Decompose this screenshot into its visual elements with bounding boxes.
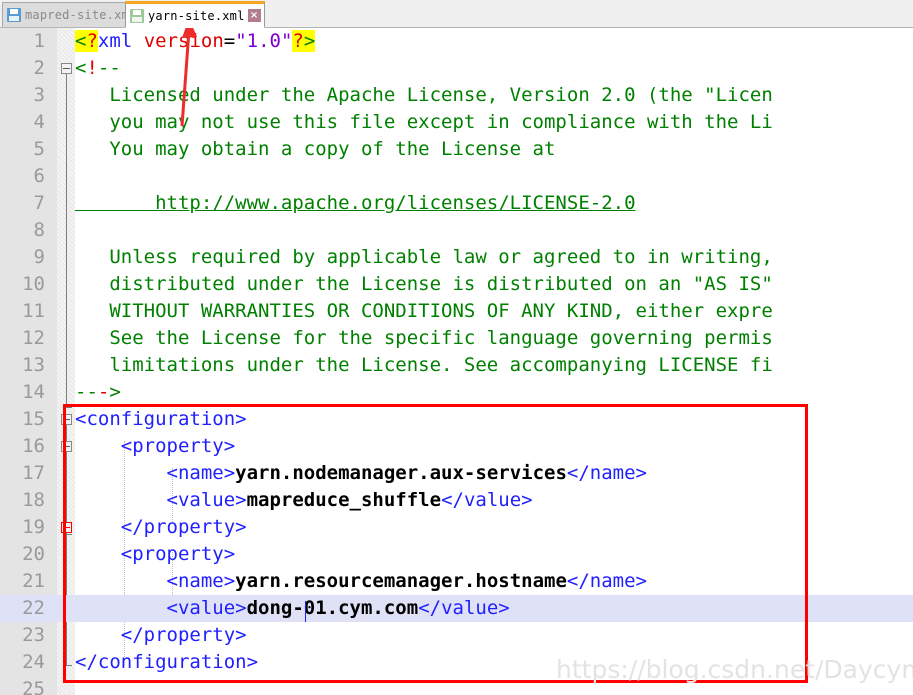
- line-number: 21: [22, 570, 45, 592]
- line-content: <value>dong-01.cym.com</value>: [166, 597, 510, 619]
- line-number: 14: [22, 381, 45, 403]
- code-line-row[interactable]: 15 <configuration>: [0, 406, 913, 433]
- line-number: 7: [33, 192, 45, 214]
- code-line-row[interactable]: 14 --->: [0, 379, 913, 406]
- line-number: 17: [22, 462, 45, 484]
- close-icon[interactable]: ×: [247, 9, 261, 22]
- code-line-row[interactable]: 18 <value>mapreduce_shuffle</value>: [0, 487, 913, 514]
- line-number: 1: [33, 30, 45, 52]
- code-line-row[interactable]: 16 <property>: [0, 433, 913, 460]
- code-line-row[interactable]: 24 </configuration>: [0, 649, 913, 676]
- line-content: </property>: [75, 624, 247, 646]
- line-number: 18: [22, 489, 45, 511]
- property-name-value: yarn.nodemanager.aux-services: [235, 462, 567, 484]
- code-line-row[interactable]: 6: [0, 163, 913, 190]
- line-content: </property>: [75, 516, 247, 538]
- line-number: 15: [22, 408, 45, 430]
- tab-yarn-site-xml[interactable]: yarn-site.xml ×: [125, 1, 265, 28]
- line-number: 9: [33, 246, 45, 268]
- line-content: </configuration>: [75, 651, 259, 673]
- line-number: 20: [22, 543, 45, 565]
- property-name-value: yarn.resourcemanager.hostname: [235, 570, 567, 592]
- property-value-value: dong-01.cym.com: [246, 597, 419, 619]
- line-number: 11: [22, 300, 45, 322]
- code-line-row[interactable]: 8: [0, 217, 913, 244]
- line-content: <configuration>: [75, 408, 247, 430]
- line-content: --->: [75, 381, 121, 403]
- line-number: 6: [33, 165, 45, 187]
- code-line-row[interactable]: 25: [0, 676, 913, 695]
- line-content: limitations under the License. See accom…: [75, 354, 773, 376]
- line-number: 16: [22, 435, 45, 457]
- code-lines: 1 <?xml version="1.0"?> 2 <!-- 3 License…: [0, 28, 913, 695]
- line-number: 10: [22, 273, 45, 295]
- tab-label: mapred-site.xml: [25, 8, 137, 22]
- code-line-row[interactable]: 21 <name>yarn.resourcemanager.hostname</…: [0, 568, 913, 595]
- line-content: <!--: [75, 57, 121, 79]
- code-line-row[interactable]: 17 <name>yarn.nodemanager.aux-services</…: [0, 460, 913, 487]
- line-number: 12: [22, 327, 45, 349]
- tab-label: yarn-site.xml: [148, 8, 245, 23]
- code-line-row[interactable]: 4 you may not use this file except in co…: [0, 109, 913, 136]
- line-content: You may obtain a copy of the License at: [75, 138, 556, 160]
- floppy-disk-icon: [7, 8, 21, 22]
- code-line-row[interactable]: 3 Licensed under the Apache License, Ver…: [0, 82, 913, 109]
- code-line-row-current[interactable]: 22 <value>dong-01.cym.com</value>: [0, 595, 913, 622]
- floppy-disk-icon: [130, 8, 144, 23]
- line-content: distributed under the License is distrib…: [75, 273, 773, 295]
- line-number: 25: [22, 678, 45, 695]
- code-line-row[interactable]: 9 Unless required by applicable law or a…: [0, 244, 913, 271]
- line-number: 8: [33, 219, 45, 241]
- line-number: 2: [33, 57, 45, 79]
- code-editor[interactable]: 1 <?xml version="1.0"?> 2 <!-- 3 License…: [0, 28, 913, 695]
- line-content: <value>mapreduce_shuffle</value>: [166, 489, 533, 511]
- code-line-row[interactable]: 5 You may obtain a copy of the License a…: [0, 136, 913, 163]
- code-line-row[interactable]: 20 <property>: [0, 541, 913, 568]
- line-content: WITHOUT WARRANTIES OR CONDITIONS OF ANY …: [75, 300, 773, 322]
- code-line-row[interactable]: 23 </property>: [0, 622, 913, 649]
- license-url-link[interactable]: http://www.apache.org/licenses/LICENSE-2…: [75, 190, 635, 217]
- line-number: 19: [22, 516, 45, 538]
- line-content: <property>: [75, 543, 236, 565]
- code-line-row[interactable]: 7 http://www.apache.org/licenses/LICENSE…: [0, 190, 913, 217]
- code-line-row[interactable]: 13 limitations under the License. See ac…: [0, 352, 913, 379]
- line-number: 4: [33, 111, 45, 133]
- code-line-row[interactable]: 11 WITHOUT WARRANTIES OR CONDITIONS OF A…: [0, 298, 913, 325]
- line-number: 23: [22, 624, 45, 646]
- code-line-row[interactable]: 19 </property>: [0, 514, 913, 541]
- code-line-row[interactable]: 2 <!--: [0, 55, 913, 82]
- line-number: 24: [22, 651, 45, 673]
- code-line-row[interactable]: 10 distributed under the License is dist…: [0, 271, 913, 298]
- code-line-row[interactable]: 12 See the License for the specific lang…: [0, 325, 913, 352]
- line-number: 22: [22, 597, 45, 619]
- property-value-value: mapreduce_shuffle: [246, 489, 442, 511]
- line-content: <name>yarn.nodemanager.aux-services</nam…: [166, 462, 647, 484]
- line-content: Unless required by applicable law or agr…: [75, 246, 773, 268]
- line-content: you may not use this file except in comp…: [75, 111, 773, 133]
- line-number: 5: [33, 138, 45, 160]
- text-caret: [305, 601, 306, 622]
- line-number: 13: [22, 354, 45, 376]
- line-content: <?xml version="1.0"?>: [75, 30, 316, 52]
- line-number: 3: [33, 84, 45, 106]
- editor-tab-bar: mapred-site.xml × yarn-site.xml ×: [0, 0, 913, 28]
- line-content: See the License for the specific languag…: [75, 327, 773, 349]
- line-content: <name>yarn.resourcemanager.hostname</nam…: [166, 570, 647, 592]
- line-content: <property>: [75, 435, 236, 457]
- code-line-row[interactable]: 1 <?xml version="1.0"?>: [0, 28, 913, 55]
- line-content: Licensed under the Apache License, Versi…: [75, 84, 773, 106]
